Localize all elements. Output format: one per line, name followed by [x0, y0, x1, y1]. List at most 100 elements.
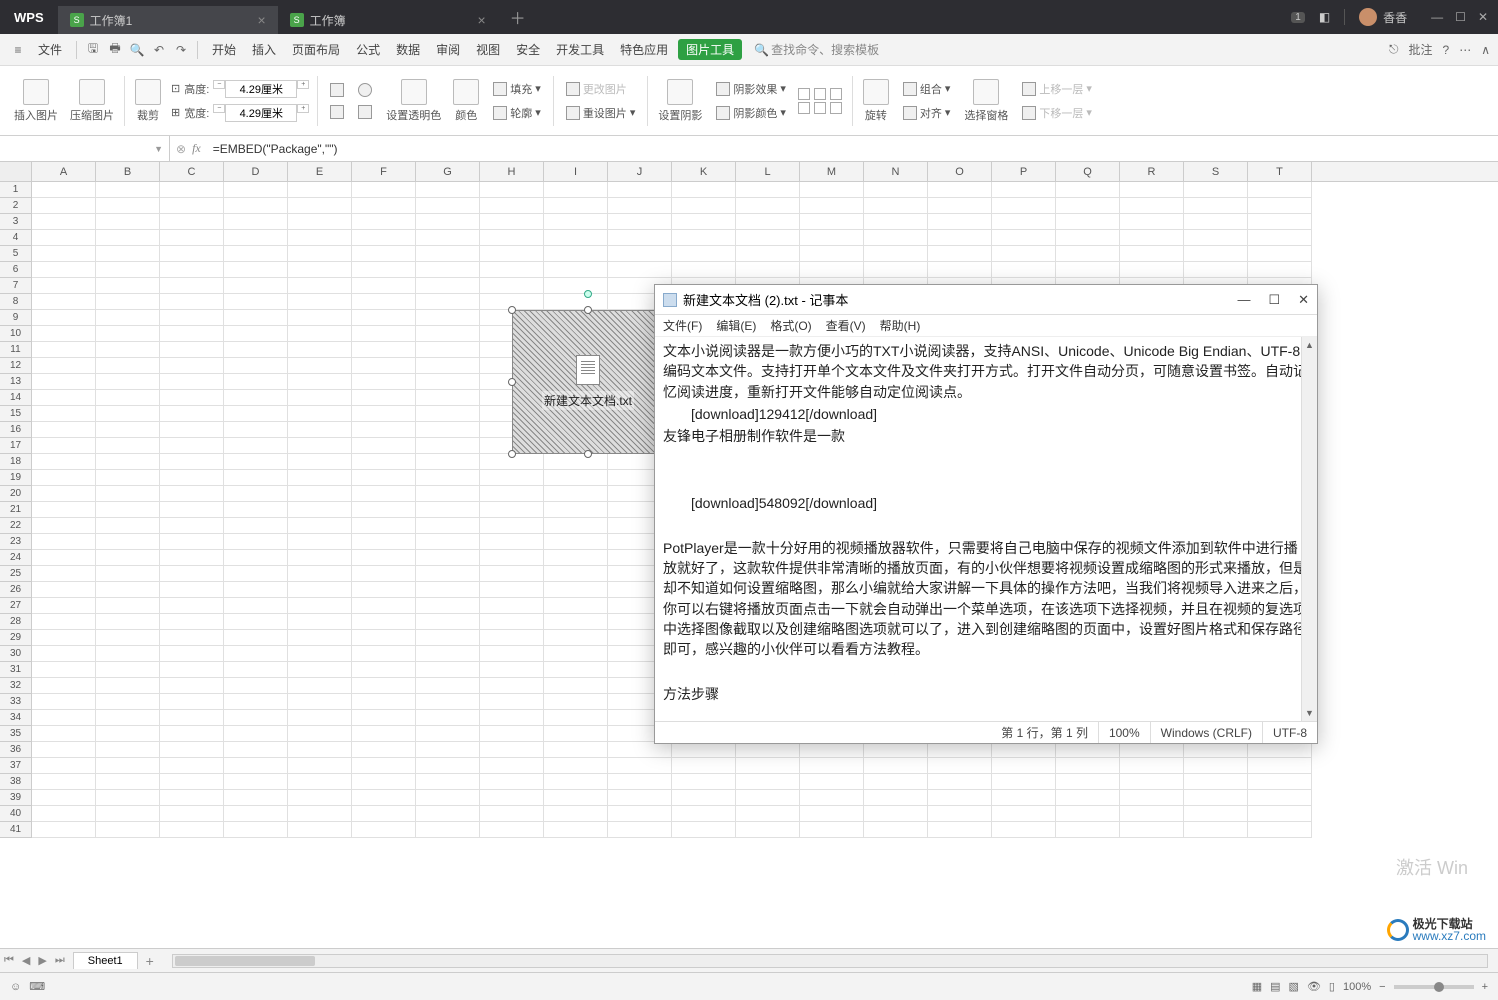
cell[interactable] [736, 246, 800, 262]
cell[interactable] [608, 214, 672, 230]
cell[interactable] [160, 358, 224, 374]
cell[interactable] [288, 358, 352, 374]
cell[interactable] [224, 246, 288, 262]
column-header[interactable]: N [864, 162, 928, 181]
cell[interactable] [416, 198, 480, 214]
row-header[interactable]: 13 [0, 374, 31, 390]
cell[interactable] [32, 614, 96, 630]
cell[interactable] [608, 822, 672, 838]
cell[interactable] [288, 662, 352, 678]
column-header[interactable]: S [1184, 162, 1248, 181]
cell[interactable] [160, 470, 224, 486]
cell[interactable] [352, 438, 416, 454]
cell[interactable] [96, 294, 160, 310]
cell[interactable] [352, 534, 416, 550]
cell[interactable] [288, 534, 352, 550]
cell[interactable] [288, 598, 352, 614]
cell[interactable] [288, 806, 352, 822]
cell[interactable] [544, 614, 608, 630]
cell[interactable] [96, 326, 160, 342]
row-header[interactable]: 22 [0, 518, 31, 534]
cell[interactable] [32, 630, 96, 646]
cell[interactable] [416, 678, 480, 694]
cell[interactable] [352, 518, 416, 534]
cell[interactable] [864, 774, 928, 790]
cell[interactable] [224, 438, 288, 454]
cell[interactable] [32, 822, 96, 838]
cell[interactable] [608, 182, 672, 198]
cell[interactable] [224, 470, 288, 486]
cell[interactable] [288, 214, 352, 230]
cell[interactable] [480, 262, 544, 278]
cell[interactable] [416, 294, 480, 310]
cell[interactable] [96, 374, 160, 390]
cell[interactable] [608, 742, 672, 758]
cell[interactable] [288, 486, 352, 502]
cell[interactable] [1056, 214, 1120, 230]
cell[interactable] [352, 630, 416, 646]
cell[interactable] [160, 566, 224, 582]
cell[interactable] [224, 662, 288, 678]
cell[interactable] [32, 358, 96, 374]
horizontal-scrollbar[interactable] [172, 954, 1488, 968]
cell[interactable] [416, 422, 480, 438]
cell[interactable] [224, 630, 288, 646]
cell[interactable] [1056, 230, 1120, 246]
cell[interactable] [224, 486, 288, 502]
cell[interactable] [416, 614, 480, 630]
cell[interactable] [864, 230, 928, 246]
cell[interactable] [480, 246, 544, 262]
cell[interactable] [416, 342, 480, 358]
cell[interactable] [1120, 198, 1184, 214]
cell[interactable] [32, 774, 96, 790]
add-sheet-button[interactable]: + [138, 953, 162, 969]
cell[interactable] [224, 262, 288, 278]
cell[interactable] [416, 486, 480, 502]
view-page-icon[interactable]: ▤ [1270, 980, 1280, 993]
column-header[interactable]: B [96, 162, 160, 181]
cell[interactable] [352, 358, 416, 374]
column-header[interactable]: M [800, 162, 864, 181]
cell[interactable] [288, 790, 352, 806]
cell[interactable] [1248, 198, 1312, 214]
undo-icon[interactable]: ↶ [149, 40, 169, 60]
cell[interactable] [416, 374, 480, 390]
cell[interactable] [416, 790, 480, 806]
cell[interactable] [1120, 742, 1184, 758]
cell[interactable] [352, 470, 416, 486]
cell[interactable] [352, 678, 416, 694]
cell[interactable] [416, 806, 480, 822]
cell[interactable] [160, 278, 224, 294]
cell[interactable] [480, 550, 544, 566]
cell[interactable] [544, 806, 608, 822]
cell[interactable] [160, 214, 224, 230]
close-button[interactable]: ✕ [1298, 292, 1309, 308]
cell[interactable] [288, 422, 352, 438]
view-normal-icon[interactable]: ▦ [1252, 980, 1262, 993]
sheet-tab[interactable]: Sheet1 [73, 952, 138, 969]
file-menu[interactable]: 文件 [30, 41, 70, 58]
notepad-menu-item[interactable]: 查看(V) [826, 317, 866, 334]
cell[interactable] [224, 310, 288, 326]
cell[interactable] [288, 230, 352, 246]
column-header[interactable]: E [288, 162, 352, 181]
cell[interactable] [352, 550, 416, 566]
cell[interactable] [160, 822, 224, 838]
cell[interactable] [480, 646, 544, 662]
cell[interactable] [1056, 246, 1120, 262]
cell[interactable] [736, 230, 800, 246]
cell[interactable] [160, 454, 224, 470]
cell[interactable] [736, 774, 800, 790]
cell[interactable] [928, 262, 992, 278]
cell[interactable] [224, 294, 288, 310]
cell[interactable] [800, 214, 864, 230]
cell[interactable] [352, 342, 416, 358]
height-decrease[interactable]: − [213, 80, 225, 89]
row-header[interactable]: 35 [0, 726, 31, 742]
notepad-titlebar[interactable]: 新建文本文档 (2).txt - 记事本 — ☐ ✕ [655, 285, 1317, 315]
cell[interactable] [1120, 822, 1184, 838]
cell[interactable] [32, 374, 96, 390]
select-all-corner[interactable] [0, 162, 32, 181]
cell[interactable] [1248, 822, 1312, 838]
cell[interactable] [480, 630, 544, 646]
